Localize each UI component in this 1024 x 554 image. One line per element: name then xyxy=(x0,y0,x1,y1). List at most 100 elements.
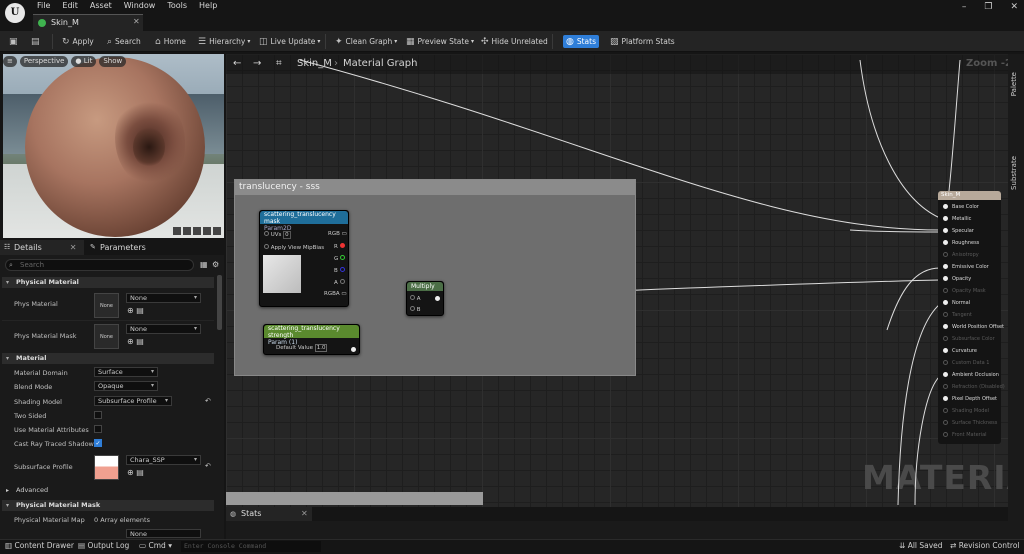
node-header: scattering_translucency strength Param (… xyxy=(264,325,359,346)
rgb-pin[interactable]: RGB ▭ xyxy=(328,231,347,237)
stats-icon: ◍ xyxy=(230,510,237,518)
output-pin-label: Subsurface Color xyxy=(952,336,995,342)
pin-dot-icon xyxy=(943,360,948,365)
revision-control-button[interactable]: ⇄ Revision Control xyxy=(950,541,1020,550)
tab-close-icon[interactable]: ✕ xyxy=(301,507,308,521)
output-node-title: Skin_M xyxy=(938,191,1001,200)
cmd-dropdown[interactable]: ▭ Cmd ▾ xyxy=(139,541,172,550)
output-pin[interactable]: Emissive Color xyxy=(943,264,989,270)
node-header: Multiply xyxy=(407,282,443,291)
output-pin[interactable]: Curvature xyxy=(943,348,977,354)
pin-dot-icon xyxy=(943,384,948,389)
wire-ao xyxy=(914,375,941,506)
output-pin[interactable]: Custom Data 1 xyxy=(943,360,989,366)
g-pin[interactable]: G xyxy=(334,255,346,262)
output-pin-label: Anisotropy xyxy=(952,252,979,258)
scalar-output-pin[interactable] xyxy=(351,346,356,354)
output-pin[interactable]: Opacity xyxy=(943,276,971,282)
pin-dot-icon xyxy=(943,420,948,425)
content-drawer-button[interactable]: ▥ Content Drawer xyxy=(5,541,74,550)
output-pin-label: World Position Offset xyxy=(952,324,1004,330)
output-pin-label: Refraction (Disabled) xyxy=(952,384,1005,390)
pin-dot-icon xyxy=(943,396,948,401)
stats-panel xyxy=(226,521,1008,539)
r-pin[interactable]: R xyxy=(334,243,345,250)
output-pin[interactable]: Specular xyxy=(943,228,974,234)
output-pin[interactable]: Roughness xyxy=(943,240,979,246)
output-pin[interactable]: Ambient Occlusion xyxy=(943,372,999,378)
uvs-pin[interactable]: UVs 0 xyxy=(264,231,291,239)
pin-dot-icon xyxy=(943,276,948,281)
output-pin-label: Roughness xyxy=(952,240,980,246)
apply-view-mipbias-pin[interactable]: Apply View MipBias xyxy=(264,244,324,251)
save-status-icon: ⇊ xyxy=(899,541,906,550)
pin-dot-icon xyxy=(943,252,948,257)
tab-substrate[interactable]: Substrate xyxy=(1010,156,1018,190)
default-value-field[interactable]: Default Value 1.0 xyxy=(276,344,328,352)
a-pin[interactable]: A xyxy=(334,279,345,286)
output-pin-label: Custom Data 1 xyxy=(952,360,990,366)
pin-dot-icon xyxy=(943,408,948,413)
node-multiply[interactable]: Multiply A B xyxy=(406,281,444,316)
output-pin-label: Tangent xyxy=(952,312,972,318)
output-pin-label: Pixel Depth Offset xyxy=(952,396,997,402)
multiply-output-pin[interactable] xyxy=(435,295,440,303)
pin-dot-icon xyxy=(943,324,948,329)
output-pin-label: Metallic xyxy=(952,216,972,222)
output-pin[interactable]: Surface Thickness xyxy=(943,420,997,426)
output-pin-label: Specular xyxy=(952,228,974,234)
output-pin[interactable]: World Position Offset xyxy=(943,324,1004,330)
wire-emissive xyxy=(886,267,941,331)
output-pin[interactable]: Metallic xyxy=(943,216,971,222)
texture-preview xyxy=(263,255,301,293)
node-texture-parameter[interactable]: scattering_translucency mask Param2D UVs… xyxy=(259,210,349,307)
comment-box-collapsed[interactable] xyxy=(226,492,483,505)
output-pin[interactable]: Subsurface Color xyxy=(943,336,995,342)
output-pin[interactable]: Base Color xyxy=(943,204,979,210)
tab-stats[interactable]: Stats ✕ xyxy=(226,507,312,521)
output-pin[interactable]: Tangent xyxy=(943,312,972,318)
output-pin[interactable]: Front Material xyxy=(943,432,987,438)
pin-dot-icon xyxy=(943,336,948,341)
chevron-down-icon: ▾ xyxy=(168,541,172,550)
rgba-pin[interactable]: RGBA ▭ xyxy=(324,291,347,297)
multiply-b-pin[interactable]: B xyxy=(410,306,421,313)
pin-dot-icon xyxy=(943,312,948,317)
output-pin[interactable]: Normal xyxy=(943,300,970,306)
output-pin[interactable]: Anisotropy xyxy=(943,252,979,258)
pin-dot-icon xyxy=(943,348,948,353)
node-scalar-parameter[interactable]: scattering_translucency strength Param (… xyxy=(263,324,360,355)
output-pin[interactable]: Shading Model xyxy=(943,408,989,414)
pin-dot-icon xyxy=(943,372,948,377)
output-pin-label: Surface Thickness xyxy=(952,420,998,426)
comment-title: translucency - sss xyxy=(239,182,320,192)
output-pin-label: Opacity Mask xyxy=(952,288,986,294)
content-drawer-icon: ▥ xyxy=(5,541,13,550)
side-tab-strip xyxy=(1008,54,1024,539)
output-pin[interactable]: Opacity Mask xyxy=(943,288,986,294)
b-pin[interactable]: B xyxy=(334,267,345,274)
pin-dot-icon xyxy=(943,204,948,209)
pin-dot-icon xyxy=(943,228,948,233)
pin-dot-icon xyxy=(943,216,948,221)
output-log-icon: ▤ xyxy=(78,541,86,550)
wire-normal xyxy=(897,303,941,506)
tab-palette[interactable]: Palette xyxy=(1010,72,1018,96)
pin-dot-icon xyxy=(943,240,948,245)
output-pin[interactable]: Pixel Depth Offset xyxy=(943,396,997,402)
output-log-button[interactable]: ▤ Output Log xyxy=(78,541,129,550)
multiply-a-pin[interactable]: A xyxy=(410,295,421,302)
wire-metallic xyxy=(859,59,941,219)
cmd-icon: ▭ xyxy=(139,541,147,550)
output-pin[interactable]: Refraction (Disabled) xyxy=(943,384,1005,390)
node-header: scattering_translucency mask Param2D xyxy=(260,211,348,232)
pin-dot-icon xyxy=(943,288,948,293)
all-saved-indicator[interactable]: ⇊ All Saved xyxy=(899,541,943,550)
pin-dot-icon xyxy=(943,264,948,269)
output-pin-label: Normal xyxy=(952,300,971,306)
console-input[interactable]: Enter Console Command xyxy=(181,541,321,552)
output-pin-label: Base Color xyxy=(952,204,979,210)
output-pin-label: Emissive Color xyxy=(952,264,989,270)
output-pin-label: Opacity xyxy=(952,276,972,282)
output-pin-label: Ambient Occlusion xyxy=(952,372,999,378)
